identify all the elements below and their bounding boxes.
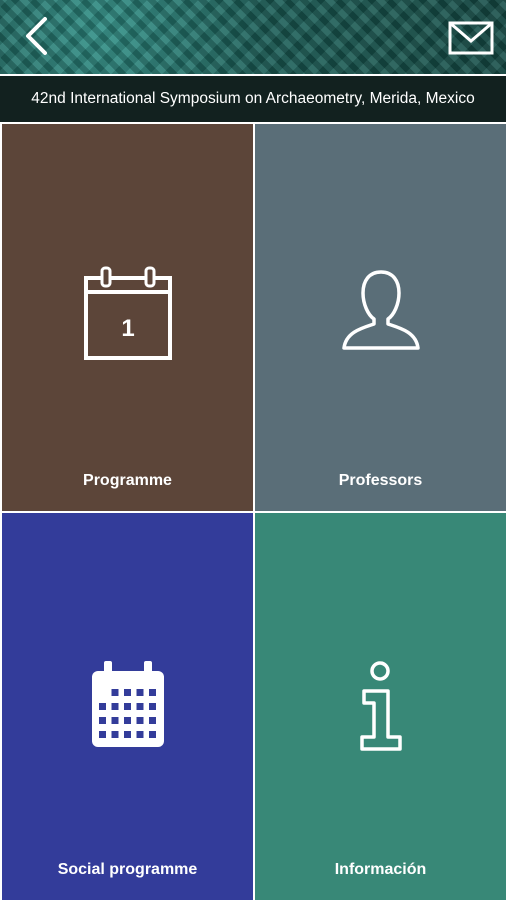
event-title: 42nd International Symposium on Archaeom…	[0, 74, 506, 124]
tile-programme[interactable]: 1 Programme	[2, 124, 253, 511]
calendar-grid-icon	[91, 661, 164, 747]
tile-professors[interactable]: Professors	[255, 124, 506, 511]
tile-social-programme[interactable]: Social programme	[2, 513, 253, 900]
mail-button[interactable]	[446, 16, 496, 60]
calendar-day-number: 1	[121, 315, 134, 342]
header-banner	[0, 0, 506, 74]
tile-informacion[interactable]: Información	[255, 513, 506, 900]
back-button[interactable]	[14, 14, 58, 58]
chevron-left-icon	[26, 17, 47, 55]
info-icon	[359, 661, 402, 751]
tile-label-professors: Professors	[338, 472, 423, 489]
tile-label-social-programme: Social programme	[57, 861, 198, 878]
tile-label-informacion: Información	[334, 861, 427, 878]
envelope-icon	[448, 21, 494, 55]
person-silhouette-icon	[341, 270, 420, 350]
tile-label-programme: Programme	[83, 472, 172, 489]
calendar-day-icon: 1	[83, 266, 172, 360]
